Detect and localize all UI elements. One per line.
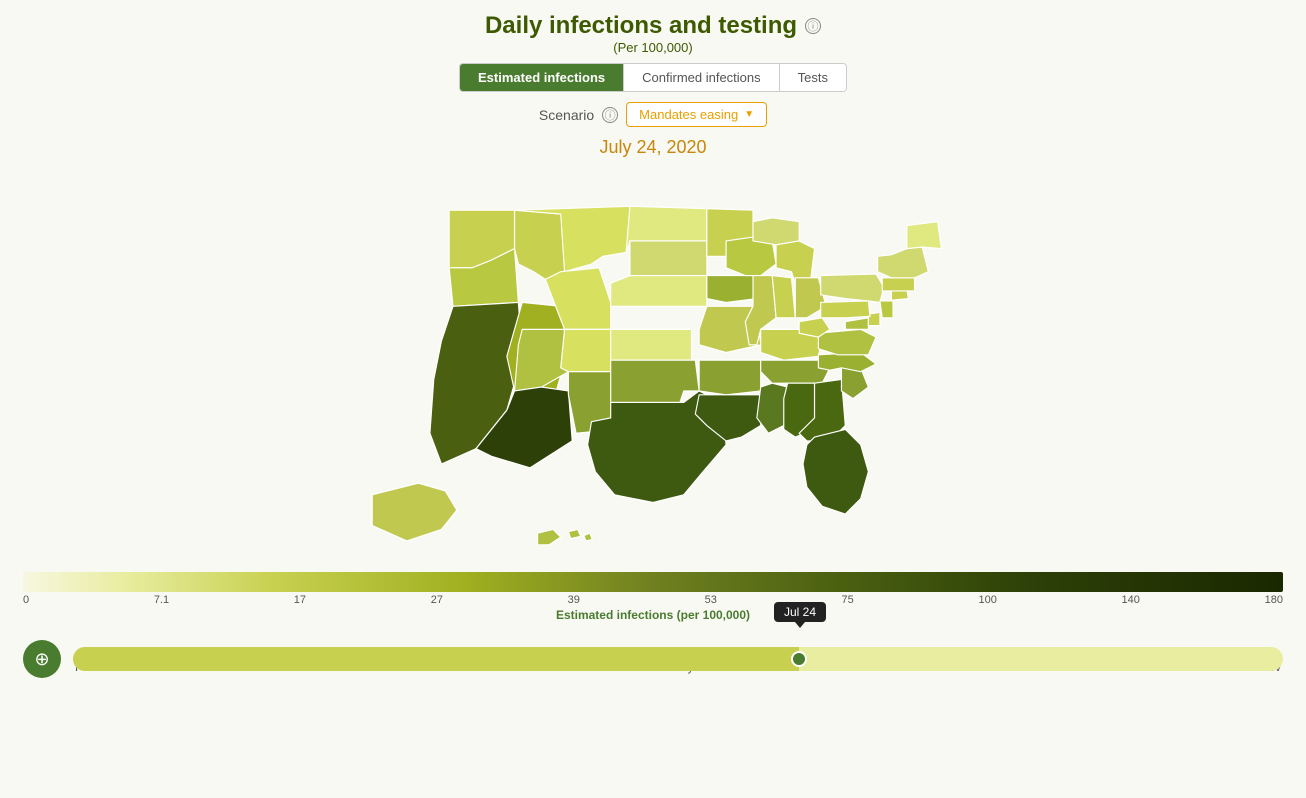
state-id[interactable] <box>515 210 569 279</box>
state-va[interactable] <box>818 329 876 354</box>
subtitle: (Per 100,000) <box>485 40 821 55</box>
date-label: July 24, 2020 <box>599 137 706 158</box>
page-title: Daily infections and testing <box>485 12 797 40</box>
scale-label-8: 140 <box>1122 594 1140 606</box>
state-co[interactable] <box>561 329 615 371</box>
drag-icon: ⊕ <box>34 649 49 670</box>
scale-label-4: 39 <box>568 594 580 606</box>
state-ak[interactable] <box>372 483 457 541</box>
state-fl[interactable] <box>803 429 868 514</box>
tab-tests[interactable]: Tests <box>780 64 846 91</box>
scenario-selected: Mandates easing <box>639 107 738 122</box>
state-ia[interactable] <box>707 276 757 303</box>
scenario-row: Scenario ⓘ Mandates easing ▼ <box>539 102 767 127</box>
color-scale-labels: 0 7.1 17 27 39 53 75 100 140 180 <box>23 594 1283 606</box>
state-nc[interactable] <box>818 352 876 371</box>
timeline-track[interactable] <box>73 647 1283 671</box>
state-in[interactable] <box>772 276 795 318</box>
us-map <box>303 164 1003 564</box>
tabs-row: Estimated infections Confirmed infection… <box>459 63 847 92</box>
timeline-tooltip: Jul 24 <box>774 602 826 622</box>
state-pa[interactable] <box>821 301 870 318</box>
color-scale-bar <box>23 572 1283 592</box>
timeline-section: ⊕ Jul 24 Feb Today Nov <box>23 634 1283 684</box>
scenario-dropdown[interactable]: Mandates easing ▼ <box>626 102 767 127</box>
color-scale-section: 0 7.1 17 27 39 53 75 100 140 180 Estimat… <box>23 572 1283 622</box>
timeline-handle[interactable] <box>791 651 807 667</box>
state-ma[interactable] <box>882 278 914 291</box>
scale-label-2: 17 <box>294 594 306 606</box>
state-me-nh-vt[interactable] <box>878 247 929 278</box>
state-sc[interactable] <box>841 368 868 399</box>
scale-label-6: 75 <box>842 594 854 606</box>
state-ms[interactable] <box>757 383 788 433</box>
tab-estimated[interactable]: Estimated infections <box>460 64 624 91</box>
state-ny[interactable] <box>821 274 884 302</box>
scale-label-9: 180 <box>1265 594 1283 606</box>
chevron-down-icon: ▼ <box>744 109 754 120</box>
state-ut[interactable] <box>515 329 569 391</box>
scale-label-3: 27 <box>431 594 443 606</box>
color-scale-title: Estimated infections (per 100,000) <box>23 608 1283 622</box>
state-ks[interactable] <box>611 329 692 360</box>
state-me[interactable] <box>907 222 942 249</box>
title-info-icon[interactable]: ⓘ <box>805 18 821 34</box>
timeline-progress <box>73 647 799 671</box>
state-sd[interactable] <box>630 241 707 276</box>
scale-label-0: 0 <box>23 594 29 606</box>
state-hi-2[interactable] <box>568 529 580 538</box>
timeline-drag-button[interactable]: ⊕ <box>23 640 61 678</box>
state-md[interactable] <box>845 318 868 330</box>
page-container: Daily infections and testing ⓘ (Per 100,… <box>0 0 1306 798</box>
scale-label-5: 53 <box>705 594 717 606</box>
tab-confirmed[interactable]: Confirmed infections <box>624 64 780 91</box>
state-mi-up[interactable] <box>753 218 799 245</box>
scenario-info-icon[interactable]: ⓘ <box>602 107 618 123</box>
state-ar[interactable] <box>699 360 761 395</box>
state-hi-main[interactable] <box>538 529 561 544</box>
state-nj[interactable] <box>880 301 893 318</box>
timeline-track-container: Jul 24 Feb Today Nov <box>73 634 1283 684</box>
scenario-label: Scenario <box>539 107 594 123</box>
scale-label-7: 100 <box>978 594 996 606</box>
state-ok[interactable] <box>611 360 699 402</box>
map-container <box>303 164 1003 564</box>
state-ne[interactable] <box>611 276 707 307</box>
scale-label-1: 7.1 <box>154 594 169 606</box>
state-hi-3[interactable] <box>584 533 592 541</box>
title-section: Daily infections and testing ⓘ (Per 100,… <box>485 12 821 55</box>
